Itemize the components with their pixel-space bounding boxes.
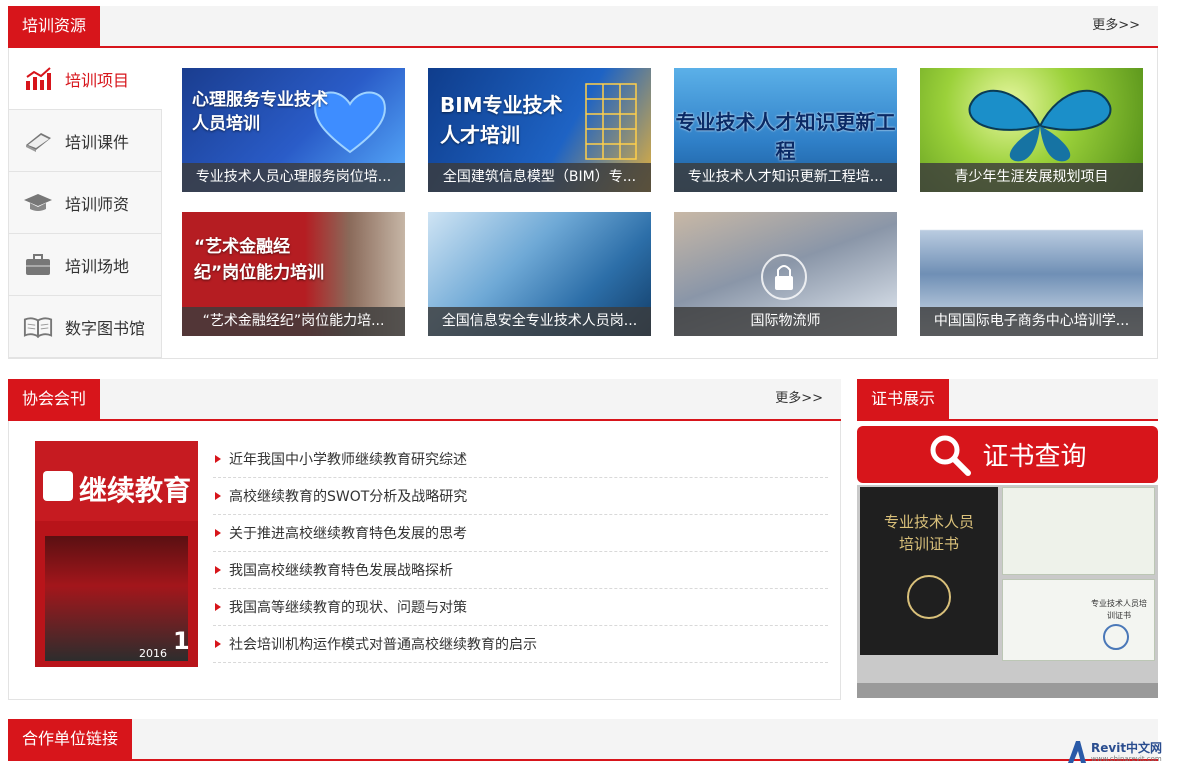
training-sidebar: 培训项目 培训课件 培训师资 培训场地 数字图书馆 — [9, 48, 162, 358]
cert-booklet: 专业技术人员 培训证书 — [860, 487, 998, 655]
bullet-icon — [215, 566, 221, 574]
training-card-knowledge[interactable]: 专业技术人才知识更新工程 专业技术人才知识更新工程培... — [674, 68, 897, 192]
building-icon — [585, 83, 637, 160]
search-icon — [930, 435, 972, 476]
sidebar-item-label: 数字图书馆 — [65, 318, 146, 338]
bar-chart-icon — [23, 66, 53, 92]
card-caption: 全国建筑信息模型（BIM）专... — [428, 163, 651, 192]
training-card-ecommerce[interactable]: 中国国际电子商务中心培训学... — [920, 212, 1143, 336]
cert-search-button[interactable]: 证书查询 — [857, 426, 1158, 483]
list-item[interactable]: 我国高校继续教育特色发展战略探析 — [213, 552, 828, 589]
bullet-icon — [215, 529, 221, 537]
card-art-text: 心理服务专业技术人员培训 — [192, 90, 328, 134]
cert-header: 证书展示 — [857, 379, 1158, 421]
list-item[interactable]: 社会培训机构运作模式对普通高校继续教育的启示 — [213, 626, 828, 663]
training-card-bim[interactable]: BIM专业技术人才培训 全国建筑信息模型（BIM）专... — [428, 68, 651, 192]
journal-logo-icon — [43, 471, 73, 501]
sidebar-item-teachers[interactable]: 培训师资 — [9, 172, 162, 234]
partners-header: 合作单位链接 — [8, 719, 1158, 761]
card-caption: 全国信息安全专业技术人员岗... — [428, 307, 651, 336]
cert-image: 专业技术人员 培训证书 专业技术人员培训证书 — [857, 485, 1158, 698]
journal-cover-issue: 2016 — [139, 647, 167, 660]
bullet-icon — [215, 603, 221, 611]
card-art-text: “艺术金融经纪”岗位能力培训 — [194, 237, 325, 283]
training-header: 培训资源 更多>> — [8, 6, 1158, 48]
card-caption: 专业技术人才知识更新工程培... — [674, 163, 897, 192]
card-caption: 专业技术人员心理服务岗位培... — [182, 163, 405, 192]
bullet-icon — [215, 640, 221, 648]
briefcase-icon — [23, 252, 53, 278]
sidebar-item-venues[interactable]: 培训场地 — [9, 234, 162, 296]
card-caption: 青少年生涯发展规划项目 — [920, 163, 1143, 192]
cert-search-label: 证书查询 — [982, 442, 1087, 472]
journal-tab[interactable]: 协会会刊 — [8, 379, 101, 419]
revit-logo-icon — [1068, 741, 1086, 763]
training-card-logistics[interactable]: 国际物流师 — [674, 212, 897, 336]
cert-page-top — [1002, 487, 1155, 575]
card-art-text: BIM专业技术人才培训 — [440, 93, 563, 147]
card-caption: 国际物流师 — [674, 307, 897, 336]
training-card-youth[interactable]: 青少年生涯发展规划项目 — [920, 68, 1143, 192]
training-tab[interactable]: 培训资源 — [8, 6, 101, 46]
sidebar-item-courseware[interactable]: 培训课件 — [9, 110, 162, 172]
journal-cover[interactable]: 继续教育 2016 1 — [35, 441, 198, 667]
lock-icon — [761, 254, 807, 300]
sidebar-item-label: 培训场地 — [65, 256, 130, 276]
journal-cover-title: 继续教育 — [79, 474, 192, 507]
journal-cover-number: 1 — [173, 627, 190, 655]
list-item[interactable]: 关于推进高校继续教育特色发展的思考 — [213, 515, 828, 552]
graduation-cap-icon — [23, 190, 53, 216]
training-card-art-finance[interactable]: “艺术金融经纪”岗位能力培训 “艺术金融经纪”岗位能力培... — [182, 212, 405, 336]
partners-tab[interactable]: 合作单位链接 — [8, 719, 133, 759]
cert-seal-icon — [907, 575, 951, 619]
training-more-link[interactable]: 更多>> — [1092, 6, 1140, 46]
revit-watermark: Revit中文网 www.chinarevit.com — [1066, 738, 1170, 766]
journal-news-list: 近年我国中小学教师继续教育研究综述 高校继续教育的SWOT分析及战略研究 关于推… — [213, 441, 828, 663]
journal-more-link[interactable]: 更多>> — [775, 379, 823, 419]
book-icon — [23, 128, 53, 154]
journal-panel: 继续教育 2016 1 近年我国中小学教师继续教育研究综述 高校继续教育的SWO… — [8, 421, 841, 700]
sidebar-item-label: 培训课件 — [65, 132, 130, 152]
training-card-psych[interactable]: 心理服务专业技术人员培训 专业技术人员心理服务岗位培... — [182, 68, 405, 192]
sidebar-item-label: 培训项目 — [65, 70, 130, 90]
bullet-icon — [215, 492, 221, 500]
list-item[interactable]: 近年我国中小学教师继续教育研究综述 — [213, 441, 828, 478]
cert-tab[interactable]: 证书展示 — [857, 379, 950, 419]
list-item[interactable]: 我国高等继续教育的现状、问题与对策 — [213, 589, 828, 626]
card-caption: “艺术金融经纪”岗位能力培... — [182, 307, 405, 336]
cert-page-bottom: 专业技术人员培训证书 — [1002, 579, 1155, 661]
journal-header: 协会会刊 更多>> — [8, 379, 841, 421]
sidebar-item-library[interactable]: 数字图书馆 — [9, 296, 162, 358]
open-book-icon — [23, 314, 53, 340]
bullet-icon — [215, 455, 221, 463]
cert-stamp-icon — [1103, 624, 1129, 650]
butterfly-icon — [968, 89, 1112, 162]
journal-cover-photo — [45, 536, 188, 661]
list-item[interactable]: 高校继续教育的SWOT分析及战略研究 — [213, 478, 828, 515]
sidebar-item-label: 培训师资 — [65, 194, 130, 214]
card-art-text: 专业技术人才知识更新工程 — [675, 110, 896, 163]
sidebar-item-projects[interactable]: 培训项目 — [9, 48, 162, 110]
training-card-infosec[interactable]: 全国信息安全专业技术人员岗... — [428, 212, 651, 336]
card-caption: 中国国际电子商务中心培训学... — [920, 307, 1143, 336]
